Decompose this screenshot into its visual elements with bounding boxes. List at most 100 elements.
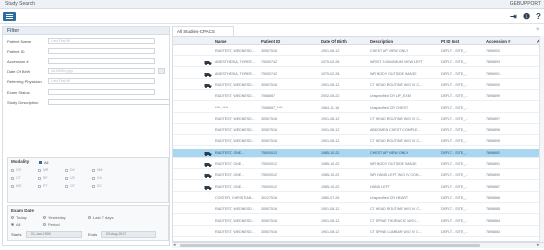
modality-checkbox[interactable]: US	[65, 176, 75, 180]
exam-date-option-label: Period	[48, 222, 60, 227]
column-header[interactable]: Description	[370, 39, 393, 44]
modality-checkbox[interactable]: MR	[38, 168, 48, 172]
scroll-thumb[interactable]	[180, 244, 480, 247]
cell-desc: WR BODY OUTSIDE IMAGE	[370, 71, 417, 76]
filter-input[interactable]: Last,First,MI	[48, 78, 155, 84]
hamburger-icon[interactable]	[3, 12, 16, 21]
ambulance-icon	[204, 72, 212, 77]
filter-input[interactable]	[48, 48, 155, 54]
cell-pid: 30507516	[261, 128, 277, 133]
close-icon[interactable]: ×	[536, 27, 540, 33]
export-icon[interactable]: ⇥	[510, 13, 517, 21]
horizontal-scrollbar[interactable]: ◂ ▸	[172, 242, 544, 248]
table-row[interactable]: RADTEST, ONE... 75000012 1985-10-22 WR HAND…	[173, 171, 543, 181]
column-header[interactable]: Pt ID Inst	[441, 39, 459, 44]
help-icon[interactable]: ?	[536, 13, 541, 21]
cell-inst: DEFLT - SITE_...	[441, 139, 469, 144]
table-row[interactable]: RADTEST, ONE... 75000012 1985-10-22 WR BODY…	[173, 160, 543, 169]
modality-checkbox[interactable]: CR	[11, 168, 21, 172]
modality-checkbox[interactable]: OT	[65, 184, 75, 188]
cell-name: RADTEST, WEDNESD...	[215, 139, 255, 144]
column-header[interactable]: Name	[215, 39, 226, 44]
table-row[interactable]: COSTER, CHRISTIAN... 30127516 1980-07-26 Un…	[173, 194, 543, 203]
title-bar: Study Search GEBUPPORT	[0, 0, 544, 9]
modality-checkbox[interactable]: CT	[11, 176, 21, 180]
modality-label: NM	[97, 168, 103, 172]
cell-inst: DEFLT - SITE_...	[441, 105, 469, 110]
modality-all-checkbox[interactable]: All	[39, 160, 48, 165]
starts-date-field[interactable]: 01-Jan-1900	[26, 231, 82, 238]
cell-acc: 7896895	[486, 139, 500, 144]
grid-header: Name Patient ID Date Of Birth Description Pt…	[173, 37, 543, 45]
cell-name: RADTEST, WEDNESD...	[215, 49, 255, 53]
cell-acc: 7896892	[486, 150, 500, 155]
cell-desc: WRIST 3 MAXIMUM VIEW LEFT	[370, 60, 423, 65]
filter-label: Date Of Birth	[7, 69, 31, 74]
modality-checkbox[interactable]: MG	[11, 184, 22, 188]
user-name: GEBUPPORT	[509, 1, 541, 7]
modality-checkbox[interactable]: XA	[92, 176, 102, 180]
table-row[interactable]: RADTEST, WEDNESD... 30507516 1901-08-12 CHE…	[173, 47, 543, 56]
filter-input[interactable]: Last,First,MI	[48, 38, 155, 44]
cell-acc: 7896893	[486, 60, 500, 65]
cell-acc: 7896897	[486, 116, 500, 121]
table-row[interactable]: ANESTHESIA, THREE... 75000742 1975-02-28 WR…	[173, 58, 543, 68]
column-header[interactable]: Date Of Birth	[321, 39, 347, 44]
table-row[interactable]: RADTEST, WEDNESD... 30507516 1901-08-12 CT …	[173, 228, 543, 237]
cell-dob: 1901-08-12	[321, 207, 340, 212]
info-icon[interactable]: ❶	[523, 13, 530, 21]
cell-acc: 7896885	[486, 207, 500, 212]
exam-date-radio[interactable]: Today	[11, 215, 27, 220]
filter-input[interactable]	[48, 99, 170, 105]
table-row[interactable]: RADTEST, WEDNESD... 30507516 1901-08-12 CT …	[173, 81, 543, 90]
column-header[interactable]: Accession #	[486, 39, 510, 44]
calendar-icon[interactable]	[158, 68, 165, 74]
exam-date-radio[interactable]: Period	[43, 222, 60, 227]
table-row[interactable]: RADTEST, WEDNESD... 30507516 1901-08-12 CT …	[173, 137, 543, 147]
modality-checkbox[interactable]: DX	[65, 168, 75, 172]
cell-pid: 7066857_****	[261, 105, 283, 110]
modality-label: PT	[43, 184, 48, 188]
modality-checkbox[interactable]: RF	[38, 176, 48, 180]
modality-label: CT	[16, 176, 21, 180]
ends-date-field[interactable]: 03-Aug-2017	[101, 231, 156, 238]
window-title: Study Search	[5, 1, 36, 7]
filter-row: Patient Name Last,First,MI	[7, 38, 167, 45]
filter-input[interactable]	[48, 58, 155, 64]
table-row[interactable]: RADTEST, WEDNESD... 30507516 1901-08-12 CT …	[173, 217, 543, 226]
cell-name: RADTEST, WEDNESD...	[215, 116, 255, 121]
modality-checkbox[interactable]: PT	[38, 184, 47, 188]
table-row[interactable]: RADTEST, ONE... 75000012 1985-10-22 HAND LE…	[173, 183, 543, 192]
scroll-right-icon[interactable]: ▸	[537, 243, 540, 248]
scroll-left-icon[interactable]: ◂	[173, 243, 176, 248]
exam-date-radio[interactable]: Last 7 days	[88, 215, 113, 220]
cell-desc: CHEST AP VIEW ONLY	[370, 49, 409, 53]
cell-acc: 7896884	[486, 218, 500, 223]
modality-checkbox[interactable]: SC	[92, 184, 102, 188]
cell-name: COSTER, CHRISTIAN...	[215, 195, 255, 200]
vertical-scrollbar[interactable]	[539, 36, 544, 242]
cell-pid: 30127516	[261, 195, 277, 200]
table-row[interactable]: RADTEST, WEDNESD... 30507516 1901-08-12 ABD…	[173, 126, 543, 136]
filter-input[interactable]	[48, 89, 155, 95]
filter-input[interactable]: dd-MMM-yyyy	[48, 68, 155, 74]
table-row[interactable]: ****, **** 7066857_**** 1964-11-16 Unspecif…	[173, 104, 543, 113]
table-row[interactable]: RADTEST, WEDNESD... 30507516 1901-08-12 CT …	[173, 115, 543, 124]
column-header[interactable]: Patient ID	[261, 39, 280, 44]
modality-label: US	[70, 176, 75, 180]
modality-checkbox[interactable]: NM	[92, 168, 102, 172]
filter-row: Study Description	[7, 99, 170, 106]
cell-acc: 7896890	[486, 173, 500, 178]
exam-date-title: Exam Date	[11, 208, 35, 213]
exam-date-radio[interactable]: Yesterday	[43, 215, 66, 220]
modality-title: Modality	[11, 159, 30, 164]
table-row[interactable]: RADTEST, WEDNESD... 7066857 2002-08-22 Unsp…	[173, 92, 543, 102]
cell-desc: CT HEAD ROUTINE W/O IV C...	[370, 139, 423, 144]
cell-dob: 1901-08-12	[321, 82, 340, 87]
table-row[interactable]: RADTEST, WEDNESD... 30507516 1901-08-12 CT …	[173, 205, 543, 215]
tab-all-studies[interactable]: All Studies-CPACS	[172, 26, 234, 36]
exam-date-radio[interactable]: All	[11, 222, 20, 227]
table-row[interactable]: RADTEST, ONE... 75000012 1985-10-22 CHEST A…	[173, 148, 543, 158]
table-row[interactable]: ANESTHESIA, THREE... 75000742 1975-02-28 WR…	[173, 70, 543, 79]
cell-acc: 7896886	[486, 195, 500, 200]
